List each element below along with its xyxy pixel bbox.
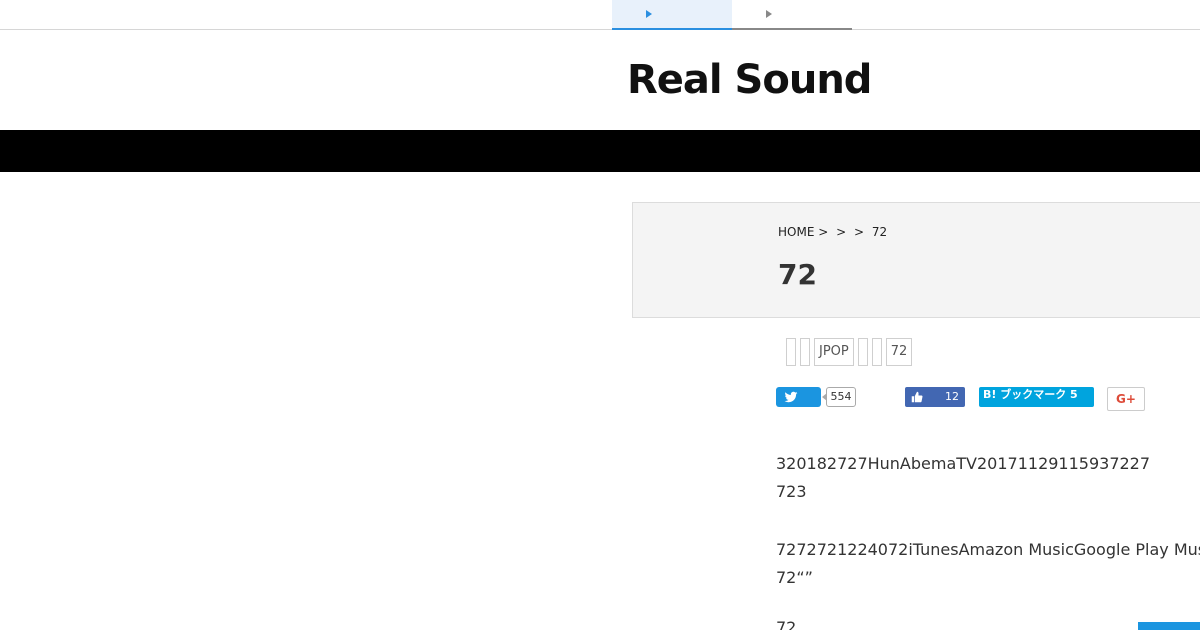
like-count: 12 [945,390,959,403]
twitter-share-button[interactable] [776,387,821,407]
tag[interactable] [871,338,882,366]
article-paragraph: 320182727HunAbemaTV20171129115937227 723 [776,450,1150,506]
breadcrumb-separator: > [836,225,847,239]
tag[interactable] [857,338,868,366]
google-plus-button[interactable]: G+ [1107,387,1145,411]
site-logo[interactable]: Real Sound [627,52,872,108]
tag-list: JPOP 72 [786,338,913,366]
facebook-like-button[interactable]: 12 [905,387,965,407]
tab-1[interactable] [612,0,732,30]
tag[interactable]: JPOP [814,338,854,366]
tag[interactable] [800,338,810,366]
article-paragraph: 72 [776,614,796,630]
main-nav-bar [0,130,1200,172]
twitter-icon [784,391,798,403]
article-header-panel [632,202,1200,318]
play-triangle-icon [646,10,652,18]
paragraph-line: 7272721224072iTunesAmazon MusicGoogle Pl… [776,540,1200,559]
paragraph-line: 723 [776,482,807,501]
thumbs-up-icon [911,391,923,403]
article-title: 72 [778,258,817,291]
breadcrumb: HOME > > > 72 [778,225,891,239]
tag[interactable]: 72 [885,338,913,366]
breadcrumb-home[interactable]: HOME > [778,225,828,239]
top-tab-strip [0,0,1200,30]
twitter-share-count: 554 [822,387,856,407]
paragraph-line: 72“” [776,568,813,587]
tab-2[interactable] [732,0,852,30]
play-triangle-icon [766,10,772,18]
breadcrumb-separator: > [854,225,865,239]
article-paragraph: 7272721224072iTunesAmazon MusicGoogle Pl… [776,536,1200,592]
paragraph-line: 320182727HunAbemaTV20171129115937227 [776,454,1151,473]
tag[interactable] [786,338,796,366]
paragraph-line: 72 [776,618,797,630]
scroll-to-top-button[interactable] [1138,622,1200,630]
breadcrumb-current: 72 [871,225,888,239]
hatena-bookmark-button[interactable]: B! ブックマーク 5 [979,387,1094,407]
